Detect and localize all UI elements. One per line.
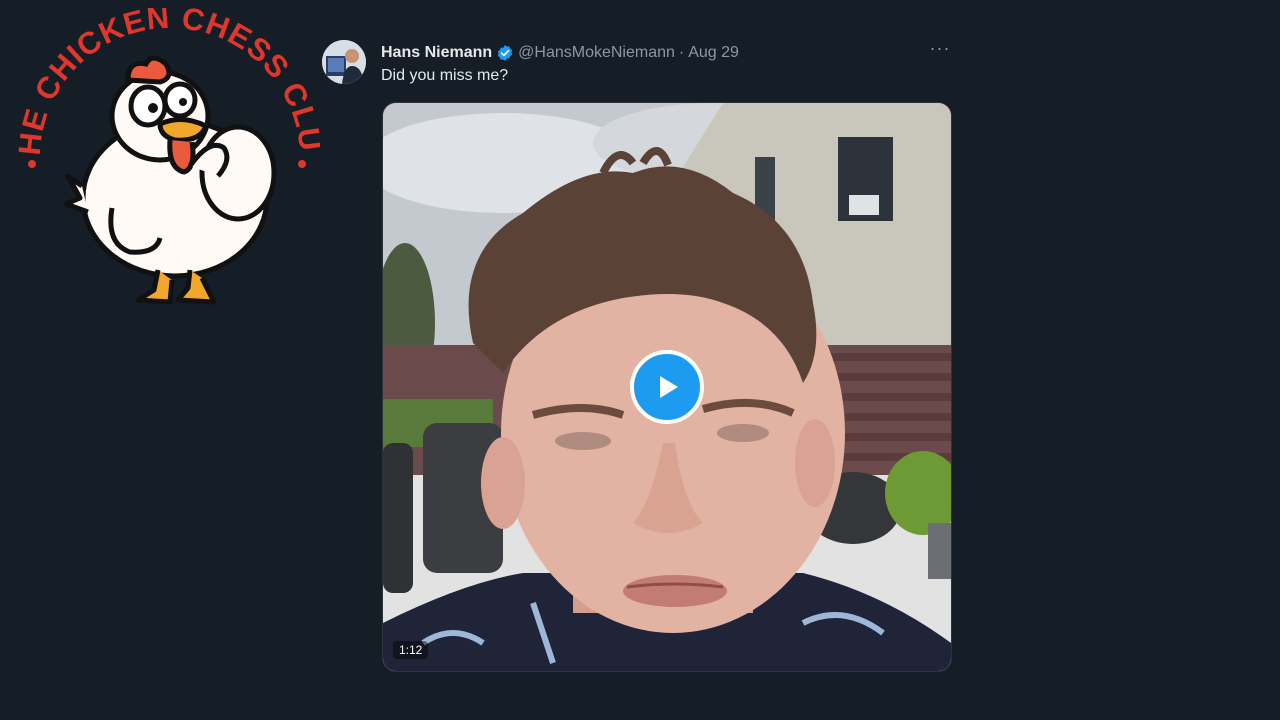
video-duration: 1:12 [393, 641, 429, 659]
tweet-text: Did you miss me? [381, 67, 509, 84]
tweet-date[interactable]: Aug 29 [688, 44, 739, 62]
separator-dot: · [678, 44, 685, 61]
chicken-mascot-icon: THE CHICKEN CHESS CLUB [0, 0, 327, 305]
more-horizontal-icon[interactable]: ··· [928, 39, 952, 62]
avatar-photo-icon [322, 40, 366, 84]
tweet-header: Hans Niemann @HansMokeNiemann · Aug 29 [381, 43, 739, 63]
verified-badge-icon [496, 44, 514, 62]
display-name[interactable]: Hans Niemann [381, 44, 492, 62]
chicken-chess-club-logo: THE CHICKEN CHESS CLUB [0, 0, 327, 318]
video-player[interactable]: 1:12 [382, 102, 952, 672]
play-button[interactable] [630, 350, 704, 424]
play-icon [660, 376, 678, 398]
avatar[interactable] [322, 40, 366, 84]
tweet-card[interactable]: Hans Niemann @HansMokeNiemann · Aug 29 ·… [322, 39, 954, 680]
user-handle[interactable]: @HansMokeNiemann [518, 44, 675, 62]
